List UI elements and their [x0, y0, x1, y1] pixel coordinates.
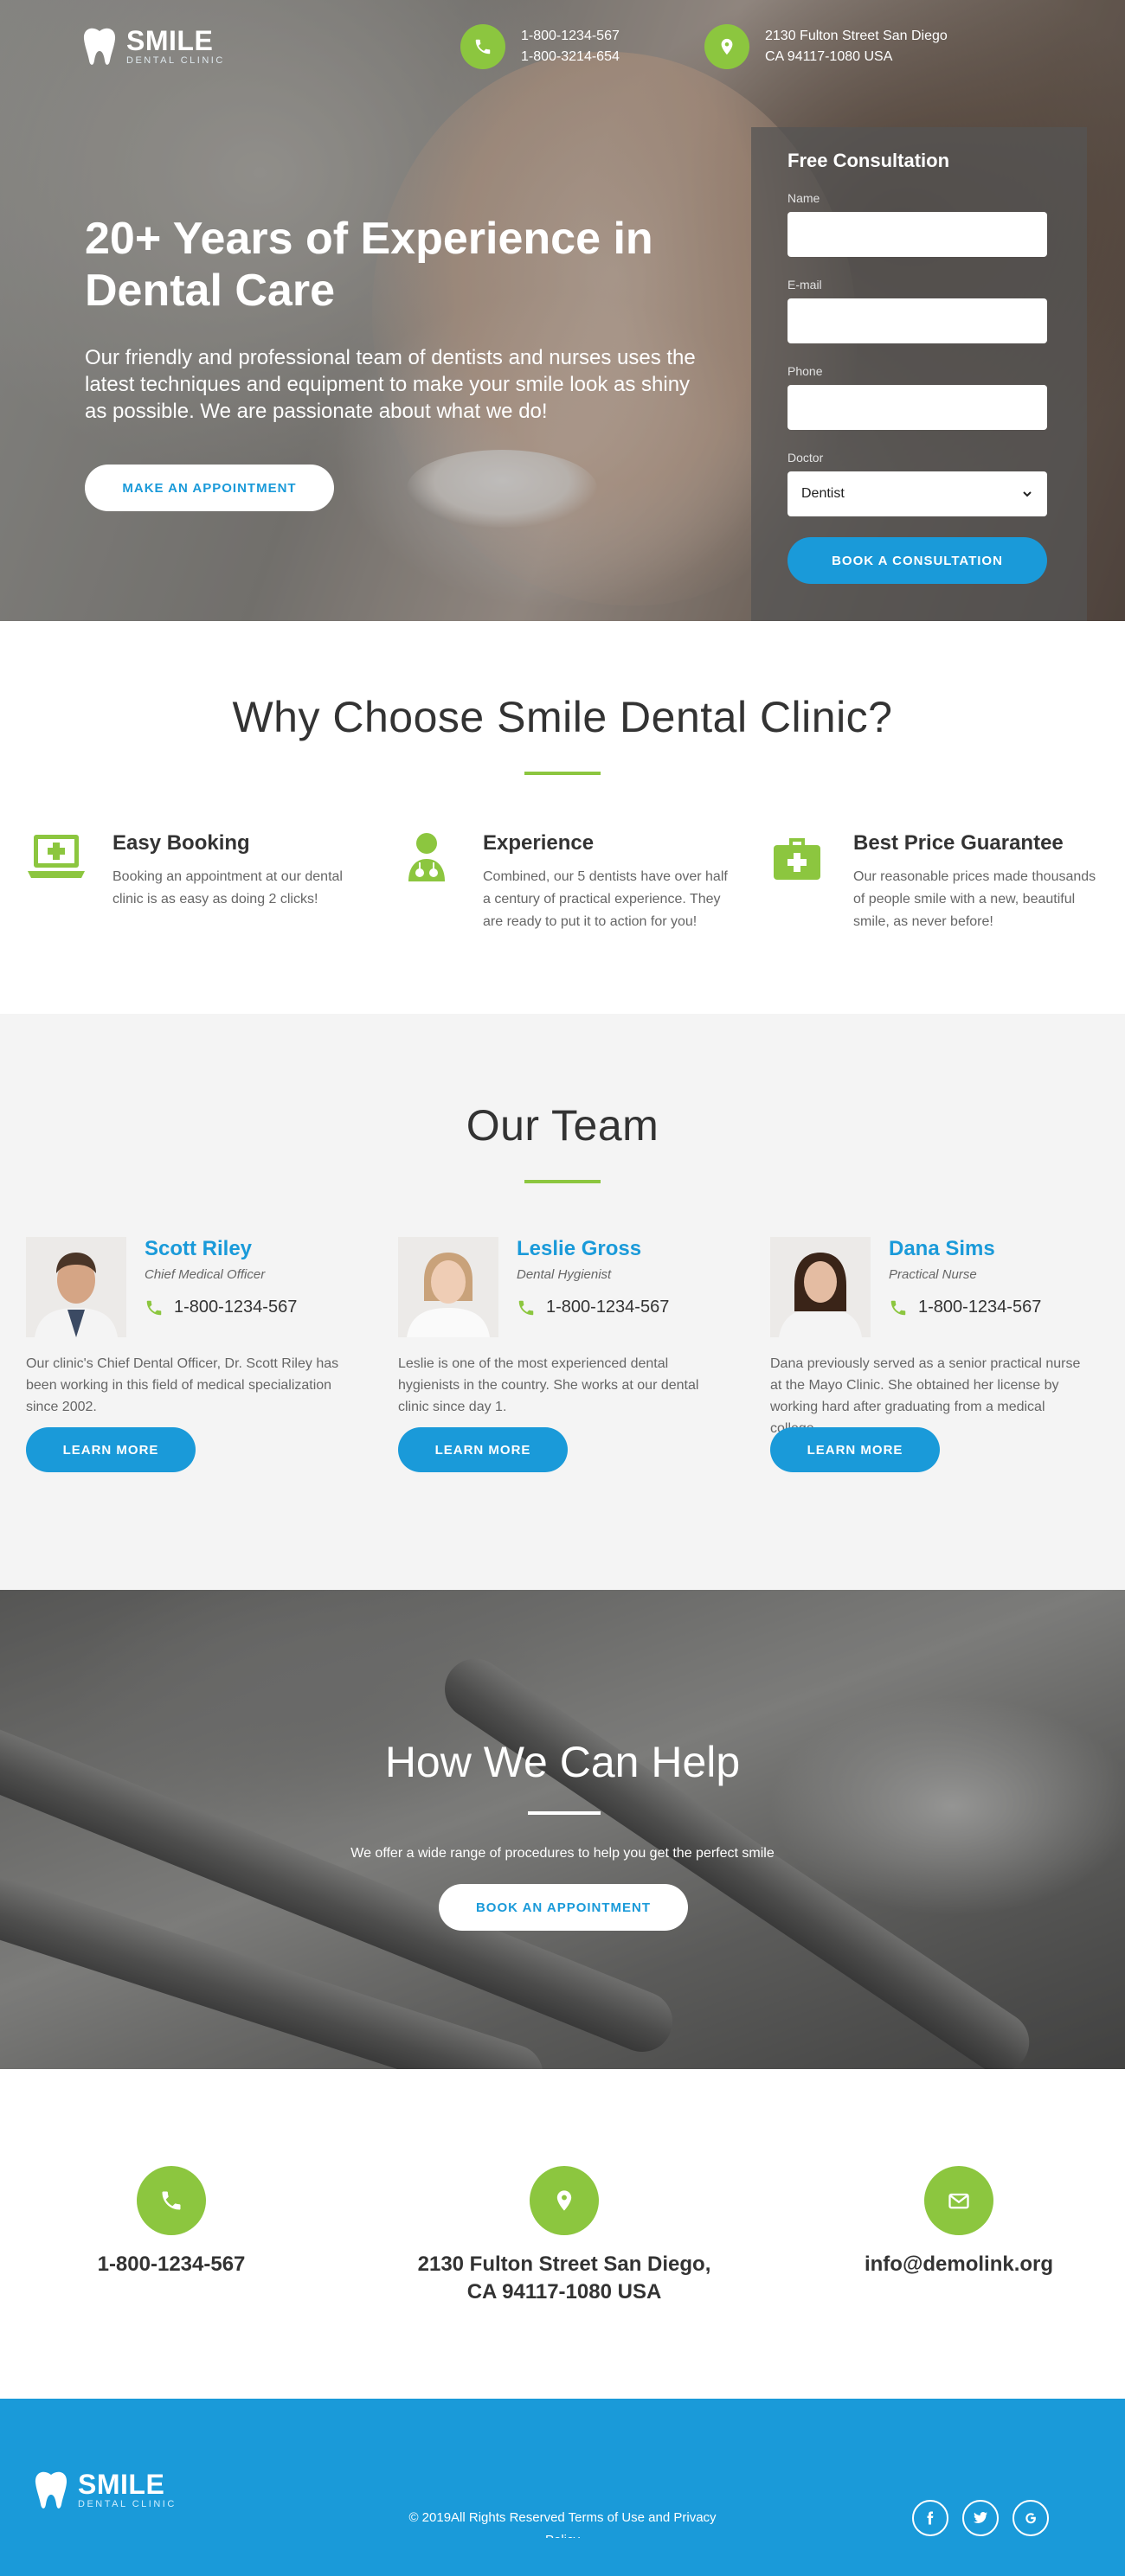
tooth-logo-icon — [83, 28, 116, 65]
twitter-icon[interactable] — [962, 2500, 999, 2536]
member-role: Practical Nurse — [889, 1267, 977, 1282]
book-appointment-button[interactable]: BOOK AN APPOINTMENT — [439, 1884, 688, 1931]
map-pin-icon — [704, 24, 749, 69]
consultation-form: Free Consultation Name E-mail Phone Doct… — [751, 127, 1087, 621]
phone-icon — [146, 1300, 162, 1315]
contact-email: info@demolink.org — [768, 2166, 1125, 2278]
brand-name: SMILE — [126, 25, 214, 56]
phone-icon — [137, 2166, 206, 2235]
member-phone-number[interactable]: 1-800-1234-567 — [546, 1298, 669, 1317]
feature-title: Experience — [483, 831, 595, 855]
member-bio: Leslie is one of the most experienced de… — [398, 1356, 699, 1414]
phone-input[interactable] — [788, 385, 1047, 430]
member-role: Dental Hygienist — [517, 1267, 612, 1282]
doctor-icon — [408, 833, 445, 881]
name-label: Name — [788, 191, 820, 205]
title-divider — [528, 1811, 601, 1815]
learn-more-button[interactable]: LEARN MORE — [770, 1427, 940, 1472]
team-title: Our Team — [466, 1101, 659, 1150]
feature-text: Combined, our 5 dentists have over half … — [483, 869, 728, 929]
member-phone-number[interactable]: 1-800-1234-567 — [174, 1298, 297, 1317]
member-phone: 1-800-1234-567 — [145, 1298, 297, 1317]
site-logo[interactable]: SMILE DENTAL CLINIC — [81, 26, 225, 67]
doctor-select-value: Dentist — [801, 486, 845, 501]
contact-address-text: 2130 Fulton Street San Diego, CA 94117-1… — [417, 2252, 711, 2304]
email-label: E-mail — [788, 278, 822, 292]
contact-phone: 1-800-1234-567 — [0, 2166, 362, 2278]
hero-title: 20+ Years of Experience in Dental Care — [85, 214, 653, 316]
doctor-select[interactable]: Dentist — [788, 471, 1047, 516]
team-section: Our Team Scott Riley Chief Medical Offic… — [0, 1014, 1125, 1590]
envelope-icon — [924, 2166, 993, 2235]
contact-email-text[interactable]: info@demolink.org — [768, 2251, 1125, 2278]
header-phone-2[interactable]: 1-800-3214-654 — [521, 47, 620, 67]
contacts-section: 1-800-1234-567 2130 Fulton Street San Di… — [0, 2069, 1125, 2399]
header-phone-info: 1-800-1234-567 1-800-3214-654 — [460, 24, 620, 69]
member-phone: 1-800-1234-567 — [517, 1298, 669, 1317]
header-address-line-1: 2130 Fulton Street San Diego — [765, 29, 948, 43]
name-input[interactable] — [788, 212, 1047, 257]
make-appointment-button[interactable]: MAKE AN APPOINTMENT — [85, 465, 334, 511]
why-choose-section: Why Choose Smile Dental Clinic? Easy Boo… — [0, 621, 1125, 1014]
phone-label: Phone — [788, 364, 823, 378]
phone-icon — [890, 1300, 906, 1315]
contact-phone-text[interactable]: 1-800-1234-567 — [0, 2251, 362, 2278]
copyright-text: © 2019All Rights Reserved Terms of Use a… — [408, 2510, 717, 2538]
tooth-logo-icon — [35, 2471, 68, 2509]
learn-more-button[interactable]: LEARN MORE — [398, 1427, 568, 1472]
consultation-title: Free Consultation — [788, 150, 950, 171]
book-consultation-button[interactable]: BOOK A CONSULTATION — [788, 537, 1047, 584]
brand-tagline: DENTAL CLINIC — [78, 2499, 177, 2509]
site-footer: SMILE DENTAL CLINIC © 2019All Rights Res… — [0, 2399, 1125, 2576]
feature-text: Our reasonable prices made thousands of … — [853, 869, 1096, 929]
member-role: Chief Medical Officer — [145, 1267, 266, 1282]
brand-name: SMILE — [78, 2469, 165, 2500]
member-name[interactable]: Dana Sims — [889, 1237, 995, 1261]
why-title: Why Choose Smile Dental Clinic? — [232, 693, 893, 741]
facebook-icon[interactable] — [912, 2500, 948, 2536]
footer-logo[interactable]: SMILE DENTAL CLINIC — [33, 2470, 177, 2511]
help-title: How We Can Help — [384, 1738, 741, 1786]
hero-section: SMILE DENTAL CLINIC 1-800-1234-567 1-800… — [0, 0, 1125, 621]
phone-icon — [460, 24, 505, 69]
phone-icon — [518, 1300, 534, 1315]
google-icon[interactable] — [1012, 2500, 1049, 2536]
member-name[interactable]: Leslie Gross — [517, 1237, 641, 1261]
feature-text: Booking an appointment at our dental cli… — [112, 869, 343, 907]
member-name[interactable]: Scott Riley — [145, 1237, 252, 1261]
chevron-down-icon — [1023, 491, 1032, 497]
header-address-info: 2130 Fulton Street San Diego CA 94117-10… — [704, 24, 948, 69]
how-we-can-help-section: How We Can Help We offer a wide range of… — [0, 1590, 1125, 2069]
social-links — [912, 2500, 1049, 2536]
hero-lead-text: Our friendly and professional team of de… — [85, 346, 696, 423]
feature-title: Easy Booking — [112, 831, 250, 855]
member-bio: Our clinic's Chief Dental Officer, Dr. S… — [26, 1356, 339, 1414]
header-address-line-2: CA 94117-1080 USA — [765, 49, 893, 64]
feature-title: Best Price Guarantee — [853, 831, 1064, 855]
brand-tagline: DENTAL CLINIC — [126, 55, 225, 66]
email-input[interactable] — [788, 298, 1047, 343]
laptop-plus-icon — [28, 835, 85, 878]
title-divider — [524, 1180, 601, 1183]
title-divider — [524, 772, 601, 775]
dana-sims-photo — [770, 1237, 871, 1337]
scott-riley-photo — [26, 1237, 126, 1337]
contact-address: 2130 Fulton Street San Diego, CA 94117-1… — [374, 2166, 755, 2306]
help-subtitle: We offer a wide range of procedures to h… — [350, 1846, 775, 1861]
member-phone-number[interactable]: 1-800-1234-567 — [918, 1298, 1041, 1317]
medkit-icon — [774, 838, 820, 880]
map-pin-icon — [530, 2166, 599, 2235]
doctor-label: Doctor — [788, 451, 824, 465]
member-phone: 1-800-1234-567 — [889, 1298, 1041, 1317]
member-bio: Dana previously served as a senior pract… — [770, 1356, 1081, 1436]
learn-more-button[interactable]: LEARN MORE — [26, 1427, 196, 1472]
header-phone-1[interactable]: 1-800-1234-567 — [521, 26, 620, 47]
leslie-gross-photo — [398, 1237, 498, 1337]
